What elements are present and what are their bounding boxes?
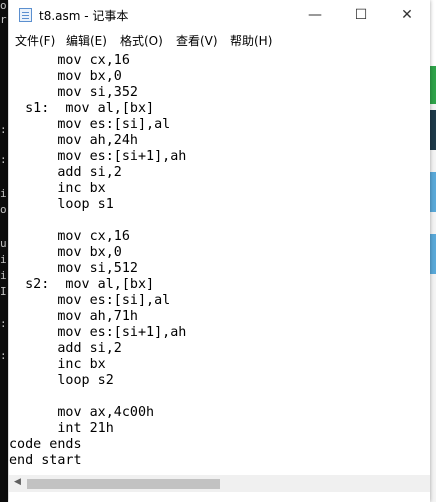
console-text: :: [0, 318, 7, 330]
console-text: :: [0, 124, 7, 136]
window-title: t8.asm - 记事本: [39, 9, 129, 23]
code-line: code ends: [9, 437, 82, 452]
code-line: inc bx: [9, 181, 106, 196]
menu-edit[interactable]: 编辑(E): [66, 32, 107, 49]
code-line: mov cx,16: [9, 229, 130, 244]
scroll-left-icon[interactable]: ◀: [14, 477, 21, 487]
code-line: mov si,352: [9, 85, 138, 100]
code-line: mov es:[si+1],ah: [9, 149, 187, 164]
code-line: mov ah,71h: [9, 309, 138, 324]
scroll-thumb[interactable]: [27, 479, 220, 489]
console-text: r: [0, 14, 7, 26]
code-line: mov bx,0: [9, 69, 122, 84]
menu-view[interactable]: 查看(V): [176, 32, 218, 49]
code-line: mov cx,16: [9, 53, 130, 68]
menu-format[interactable]: 格式(O): [120, 32, 163, 49]
console-text: i: [0, 188, 7, 200]
code-line: mov si,512: [9, 261, 138, 276]
console-text: I: [0, 286, 7, 298]
console-text: :: [0, 350, 7, 362]
console-text: i: [0, 270, 7, 282]
code-line: mov bx,0: [9, 245, 122, 260]
code-line: mov ax,4c00h: [9, 405, 155, 420]
horizontal-scrollbar[interactable]: ◀: [9, 475, 430, 492]
code-line: s1: mov al,[bx]: [9, 101, 155, 116]
code-line: loop s1: [9, 197, 114, 212]
menu-help[interactable]: 帮助(H): [230, 32, 272, 49]
menu-bar: 文件(F) 编辑(E) 格式(O) 查看(V) 帮助(H): [9, 30, 430, 51]
notepad-icon: [19, 8, 32, 22]
code-line: mov es:[si],al: [9, 117, 171, 132]
code-line: end start: [9, 453, 82, 468]
maximize-button[interactable]: ☐: [338, 0, 384, 30]
close-button[interactable]: ✕: [384, 0, 430, 30]
console-text: :: [0, 154, 7, 166]
background-console: o r : : i o u i i I : :: [0, 0, 8, 502]
code-line: add si,2: [9, 165, 122, 180]
code-line: s2: mov al,[bx]: [9, 277, 155, 292]
console-text: o: [0, 0, 7, 12]
code-line: int 21h: [9, 421, 114, 436]
code-line: mov es:[si+1],ah: [9, 325, 187, 340]
code-line: loop s2: [9, 373, 114, 388]
text-editor[interactable]: mov cx,16 mov bx,0 mov si,352 s1: mov al…: [9, 51, 430, 475]
notepad-window: t8.asm - 记事本 — ☐ ✕ 文件(F) 编辑(E) 格式(O) 查看(…: [9, 0, 430, 502]
code-line: inc bx: [9, 357, 106, 372]
code-line: mov ah,24h: [9, 133, 138, 148]
title-bar[interactable]: t8.asm - 记事本 — ☐ ✕: [9, 0, 430, 30]
console-text: i: [0, 254, 7, 266]
code-line: add si,2: [9, 341, 122, 356]
console-text: u: [0, 238, 7, 250]
minimize-button[interactable]: —: [292, 0, 338, 30]
menu-file[interactable]: 文件(F): [15, 32, 55, 49]
code-line: mov es:[si],al: [9, 293, 171, 308]
console-text: o: [0, 204, 7, 216]
